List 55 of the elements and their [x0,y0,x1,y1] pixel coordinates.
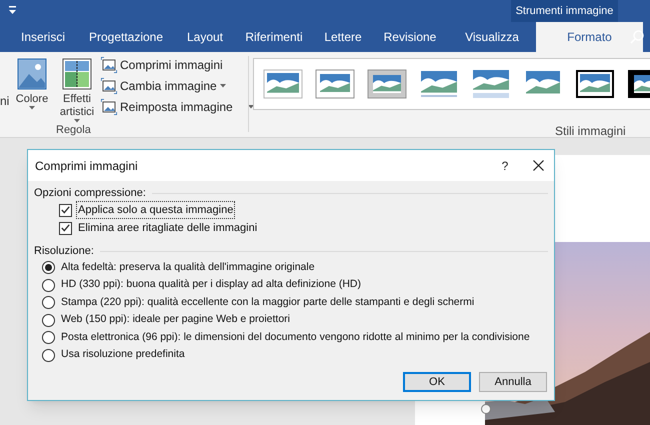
checkbox[interactable] [59,222,72,234]
ribbon-tab[interactable]: Riferimenti [234,22,314,52]
picture-style-thumbnail[interactable] [575,68,615,100]
ribbon-tab[interactable]: Revisione [372,22,448,52]
artistic-effects-icon [62,58,92,90]
close-icon[interactable] [533,160,544,171]
picture-tool-icon [101,99,117,115]
group-label: Stili immagini [555,123,626,140]
radio-button[interactable] [42,348,55,362]
ribbon-button-label: ni [0,93,10,110]
caret-icon [220,84,226,88]
section-heading: Opzioni compressione: [34,186,146,201]
search-icon[interactable] [630,30,644,44]
picture-style-thumbnail[interactable] [263,68,303,100]
picture-style-thumbnail[interactable] [419,68,459,100]
radio-label[interactable]: Usa risoluzione predefinita [61,347,185,364]
ribbon-large-button[interactable]: Effetti artistici [58,58,96,123]
radio-button[interactable] [42,296,55,310]
caret-icon [29,106,35,110]
picture-style-thumbnail[interactable] [471,68,511,100]
radio-label[interactable]: HD (330 ppi): buona qualità per i display ad alta definizione (HD) [61,277,361,294]
ribbon-small-button[interactable]: Comprimi immagini [101,56,223,74]
picture-tool-icon [101,78,117,94]
radio-label[interactable]: Posta elettronica (96 ppi): le dimensioni del documento vengono ridotte al minimo per la condivisione [61,330,530,346]
ribbon-tab[interactable]: Progettazione [76,22,176,52]
radio-button[interactable] [42,331,55,344]
radio-label[interactable]: Web (150 ppi): ideale per pagine Web e proiettori [61,312,290,328]
ribbon-tab[interactable]: Formato [536,22,643,52]
quick-access-dropdown-icon[interactable] [8,6,17,16]
group-label: Regola [56,124,91,136]
section-heading: Risoluzione: [34,244,94,259]
checkbox-label[interactable]: Applica solo a questa immagine [76,200,236,220]
ribbon-tab[interactable]: Visualizza [448,22,536,52]
ribbon-tab[interactable]: Inserisci [10,22,76,52]
radio-button[interactable] [42,261,55,274]
checkbox[interactable] [59,204,72,216]
checkbox-label[interactable]: Elimina aree ritagliate delle immagini [76,218,260,238]
radio-button[interactable] [42,278,55,292]
ribbon-small-button[interactable]: Cambia immagine [101,77,226,95]
dialog-title: Comprimi immagini [35,158,139,174]
dialog-button[interactable]: OK [403,372,471,392]
picture-tool-icon [101,57,117,73]
picture-style-thumbnail[interactable] [315,68,355,100]
picture-style-thumbnail[interactable] [367,68,407,100]
ribbon-tab[interactable]: Layout [176,22,234,52]
help-button[interactable]: ? [495,156,515,174]
contextual-tab-header: Strumenti immagine [511,0,618,22]
image-color-icon [17,58,47,90]
caret-icon [74,119,80,123]
radio-label[interactable]: Alta fedeltà: preserva la qualità dell'immagine originale [61,260,315,276]
dialog-button[interactable]: Annulla [479,372,547,392]
radio-label[interactable]: Stampa (220 ppi): qualità eccellente con la maggior parte delle stampanti e degli schermi [61,294,474,311]
ribbon-tab[interactable]: Lettere [314,22,372,52]
radio-button[interactable] [42,314,55,327]
ribbon-large-button[interactable]: Colore [17,58,47,110]
